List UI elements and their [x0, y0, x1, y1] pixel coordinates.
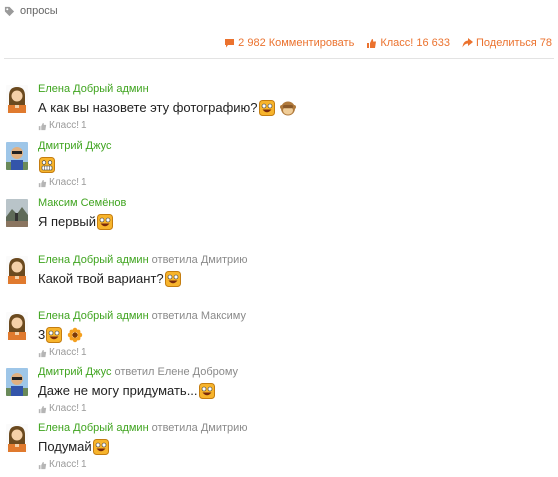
klass-label: Класс! [380, 37, 414, 49]
grinning-smiley-icon [39, 157, 55, 173]
comment-text-row: Я первый [38, 214, 551, 230]
comment-text: Подумай [38, 439, 92, 454]
comment-klass-button[interactable]: Класс! 1 [38, 403, 551, 415]
thumbs-up-icon [38, 179, 47, 187]
reply-to-label[interactable]: ответила Максиму [152, 310, 246, 322]
klass-count: 1 [81, 459, 87, 470]
comment-text: А как вы назовете эту фотографию? [38, 100, 258, 115]
thumbs-up-icon [367, 38, 377, 48]
comment-author-link[interactable]: Максим Семёнов [38, 197, 126, 209]
reply-to-label[interactable]: ответила Дмитрию [152, 422, 248, 434]
comment-button[interactable]: 2 982 Комментировать [224, 37, 354, 49]
share-arrow-icon [462, 38, 473, 48]
klass-count: 1 [81, 347, 87, 358]
comment-klass-button[interactable]: Класс! 1 [38, 459, 551, 471]
laughing-smiley-icon [258, 100, 275, 116]
klass-count: 1 [81, 120, 87, 131]
tag-icon [4, 6, 15, 16]
klass-count: 16 633 [416, 37, 450, 49]
klass-button[interactable]: Класс! 16 633 [366, 37, 450, 49]
comment-header: Дмитрий Джус ответил Елене Доброму [38, 366, 551, 379]
comment-author-link[interactable]: Дмитрий Джус [38, 140, 111, 152]
avatar[interactable] [6, 142, 28, 170]
comment-text: Я первый [38, 214, 97, 229]
comment-text: 3 [38, 327, 46, 342]
comment-klass-button[interactable]: Класс! 1 [38, 177, 551, 189]
avatar[interactable] [6, 256, 28, 284]
klass-label: Класс! [49, 177, 79, 188]
laughing-smiley-icon [46, 327, 63, 343]
klass-label: Класс! [49, 403, 79, 414]
klass-label: Класс! [49, 347, 79, 358]
laughing-smiley-icon [164, 271, 181, 287]
comment-text-row: А как вы назовете эту фотографию? [38, 100, 551, 116]
comment-author-link[interactable]: Елена Добрый админ [38, 83, 149, 95]
comment-text-row [38, 157, 551, 173]
tag-line: опросы [4, 4, 58, 18]
avatar[interactable] [6, 312, 28, 340]
reply-to-label[interactable]: ответила Дмитрию [152, 254, 248, 266]
laughing-smiley-icon [97, 214, 114, 230]
comment-count: 2 982 [238, 37, 266, 49]
comment-label: Комментировать [268, 37, 355, 49]
comment-header: Елена Добрый админ ответила Максиму [38, 310, 551, 323]
share-label: Поделиться [476, 37, 537, 49]
comment-header: Дмитрий Джус [38, 140, 551, 153]
comment-text: Даже не могу придумать... [38, 383, 198, 398]
laughing-smiley-icon [198, 383, 215, 399]
comment-header: Максим Семёнов [38, 197, 551, 210]
speech-bubble-icon [225, 39, 235, 48]
avatar[interactable] [6, 199, 28, 227]
divider [4, 58, 554, 59]
thumbs-up-icon [38, 122, 47, 130]
thumbs-up-icon [38, 461, 47, 469]
flower-icon [67, 327, 83, 343]
comment-header: Елена Добрый админ ответила Дмитрию [38, 422, 551, 435]
post-actions: 2 982 Комментировать Класс! 16 633 Подел… [224, 37, 552, 49]
avatar[interactable] [6, 85, 28, 113]
klass-label: Класс! [49, 120, 79, 131]
comment-text-row: Подумай [38, 439, 551, 455]
klass-count: 1 [81, 177, 87, 188]
comment-klass-button[interactable]: Класс! 1 [38, 120, 551, 132]
share-button[interactable]: Поделиться 78 [462, 37, 552, 49]
tag-label[interactable]: опросы [20, 5, 58, 17]
comment-text-row: Даже не могу придумать... [38, 383, 551, 399]
thumbs-up-icon [38, 405, 47, 413]
comment-author-link[interactable]: Елена Добрый админ [38, 310, 149, 322]
klass-label: Класс! [49, 459, 79, 470]
comment-author-link[interactable]: Елена Добрый админ [38, 422, 149, 434]
avatar[interactable] [6, 424, 28, 452]
monkey-covering-eyes-icon [279, 100, 296, 116]
comment-text-row: 3 [38, 327, 551, 343]
reply-to-label[interactable]: ответил Елене Доброму [114, 366, 238, 378]
avatar[interactable] [6, 368, 28, 396]
thumbs-up-icon [38, 349, 47, 357]
comment-header: Елена Добрый админ [38, 83, 551, 96]
comment-author-link[interactable]: Елена Добрый админ [38, 254, 149, 266]
share-count: 78 [539, 37, 552, 49]
klass-count: 1 [81, 403, 87, 414]
comment-author-link[interactable]: Дмитрий Джус [38, 366, 111, 378]
comment-header: Елена Добрый админ ответила Дмитрию [38, 254, 551, 267]
laughing-smiley-icon [92, 439, 109, 455]
comment-klass-button[interactable]: Класс! 1 [38, 347, 551, 359]
comment-text-row: Какой твой вариант? [38, 271, 551, 287]
comment-text: Какой твой вариант? [38, 271, 164, 286]
